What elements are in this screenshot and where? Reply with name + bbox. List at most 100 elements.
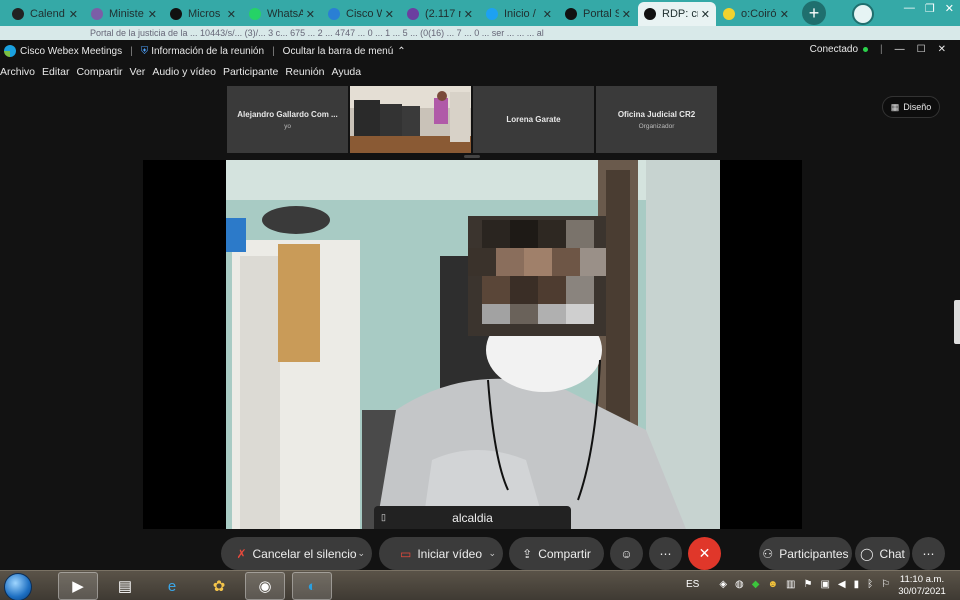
extension-icon[interactable] [852,3,874,25]
tray-smiley-icon[interactable]: ☻ [767,579,778,590]
close-icon[interactable]: ✕ [701,8,710,21]
windows-start-button[interactable] [4,573,32,600]
side-panel-handle[interactable] [954,300,960,344]
menu-item[interactable]: Audio y vídeo [152,66,216,82]
menu-item[interactable]: Compartir [76,66,122,82]
close-icon[interactable]: ✕ [543,8,552,21]
restore-icon[interactable]: ❐ [925,2,935,15]
webex-taskbar-icon[interactable]: ◐ [292,572,332,600]
menu-item[interactable]: Reunión [285,66,324,82]
app-name: Cisco Webex Meetings [20,45,123,57]
browser-tab[interactable]: Micros ✕ [164,2,242,26]
browser-tab[interactable]: Inicio / ✕ [480,2,558,26]
close-icon[interactable]: ✕ [227,8,236,21]
close-icon[interactable]: ✕ [385,8,394,21]
video-off-icon: ▭ [399,546,412,561]
ministerio-icon [91,8,103,20]
start-video-button[interactable]: ▭ Iniciar vídeo ⌄ [379,537,503,570]
tab-title: Cisco W [346,8,382,20]
paint-icon[interactable]: ✿ [199,572,239,600]
bluetooth-icon[interactable]: ᛒ [867,579,873,590]
participant-tile-organizer[interactable]: Oficina Judicial CR2 Organizador [596,86,717,153]
meeting-info-link[interactable]: Información de la reunión [151,46,264,57]
taskbar-clock[interactable]: 11:10 a.m. 30/07/2021 [894,574,950,598]
more-options-button[interactable]: ⋯ [649,537,682,570]
signal-icon[interactable]: ▮ [854,579,860,590]
more-panels-button[interactable]: ⋯ [912,537,945,570]
close-icon[interactable]: ✕ [938,44,946,55]
filmstrip-resize-handle[interactable] [464,155,480,158]
clock-time: 11:10 a.m. [899,574,945,585]
leave-meeting-button[interactable]: ✕ [688,537,721,570]
browser-tab[interactable]: RDP: cr ✕ [638,2,716,26]
chevron-down-icon[interactable]: ⌄ [488,548,496,559]
media-player-icon[interactable]: ▶ [58,572,98,600]
browser-tab[interactable]: Portal S ✕ [559,2,637,26]
browser-tab[interactable]: o:Coirón✕ [717,2,795,26]
chevron-up-icon[interactable]: ⌃ [397,46,405,57]
hide-menu-bar-link[interactable]: Ocultar la barra de menú [283,46,394,57]
browser-tab[interactable]: Cisco W ✕ [322,2,400,26]
layout-button[interactable]: ▦ Diseño [882,96,940,118]
volume-icon[interactable]: ◀ [838,579,846,590]
browser-tab[interactable]: WhatsA ✕ [243,2,321,26]
language-indicator[interactable]: ES [686,579,699,590]
tray-network-icon[interactable]: ◍ [735,579,744,590]
close-icon[interactable]: ✕ [780,8,789,21]
browser-tab[interactable]: (2.117 n ✕ [401,2,479,26]
tray-device-icon[interactable]: ▥ [786,579,795,590]
participant-name: Oficina Judicial CR2 [617,109,696,119]
smiley-icon: ☺ [620,546,633,561]
mail-icon [407,8,419,20]
active-speaker-label: ▯ alcaldia [374,506,571,529]
file-explorer-icon[interactable]: ▤ [105,572,145,600]
action-center-flag-icon[interactable]: ⚐ [881,579,890,590]
tab-title: Micros [188,8,221,20]
new-tab-button[interactable]: + [802,1,826,25]
maximize-icon[interactable]: ☐ [917,44,926,55]
tab-title: Calend [30,8,65,20]
globe-icon [565,8,577,20]
participant-tile-lorena[interactable]: Lorena Garate [473,86,594,153]
address-bar-remnant[interactable]: Portal de la justicia de la ... 10443/s/… [0,26,960,40]
active-speaker-video[interactable] [226,160,720,529]
chat-button[interactable]: ◯ Chat [855,537,910,570]
chrome-icon[interactable]: ◉ [245,572,285,600]
windows-taskbar: ▶ ▤ e ✿ ◉ ◐ ES ◈ ◍ ◆ ☻ ▥ ⚑ ▣ ◀ ▮ ᛒ ⚐ 11:… [0,570,960,600]
person-icon: ⚇ [762,546,774,561]
close-icon[interactable]: ✕ [464,8,473,21]
tab-title: o:Coirón [741,8,777,20]
menu-item[interactable]: Ver [130,66,146,82]
minimize-icon[interactable]: — [895,44,905,55]
participant-role: Organizador [638,122,675,130]
close-icon[interactable]: ✕ [69,8,78,21]
tray-flag-icon[interactable]: ⚑ [803,579,812,590]
participant-tile-self[interactable]: Alejandro Gallardo Com ... yo [227,86,348,153]
tray-security-icon[interactable]: ◆ [752,579,760,590]
shield-icon: ⛨ [140,45,149,57]
share-button[interactable]: ⇪ Compartir [509,537,604,570]
unmute-button[interactable]: ✗ Cancelar el silencio ⌄ [221,537,372,570]
tray-monitor-icon[interactable]: ▣ [820,579,829,590]
screen: Calend ✕ Ministe ✕ Micros ✕ WhatsA ✕ Cisco W ✕ (2.… [0,0,960,600]
participant-video-thumbnail[interactable] [350,86,471,153]
more-dots-icon: ⋯ [922,546,935,561]
menu-item[interactable]: Archivo [0,66,35,82]
close-icon[interactable]: ✕ [148,8,157,21]
close-icon[interactable]: ✕ [306,8,315,21]
tray-app-icon[interactable]: ◈ [719,579,727,590]
reactions-button[interactable]: ☺ [610,537,643,570]
participants-button[interactable]: ⚇ Participantes [759,537,852,570]
menu-item[interactable]: Participante [223,66,278,82]
minimize-icon[interactable]: — [904,2,915,15]
menu-bar: Archivo Editar Compartir Ver Audio y vídeo Pa… [0,66,960,82]
menu-item[interactable]: Ayuda [332,66,362,82]
close-icon[interactable]: ✕ [622,8,631,21]
close-icon[interactable]: ✕ [945,2,954,15]
connected-dot-icon [863,47,869,52]
menu-item[interactable]: Editar [42,66,69,82]
chevron-down-icon[interactable]: ⌄ [357,548,365,559]
browser-tab[interactable]: Ministe ✕ [85,2,163,26]
internet-explorer-icon[interactable]: e [152,572,192,600]
browser-tab[interactable]: Calend ✕ [6,2,84,26]
